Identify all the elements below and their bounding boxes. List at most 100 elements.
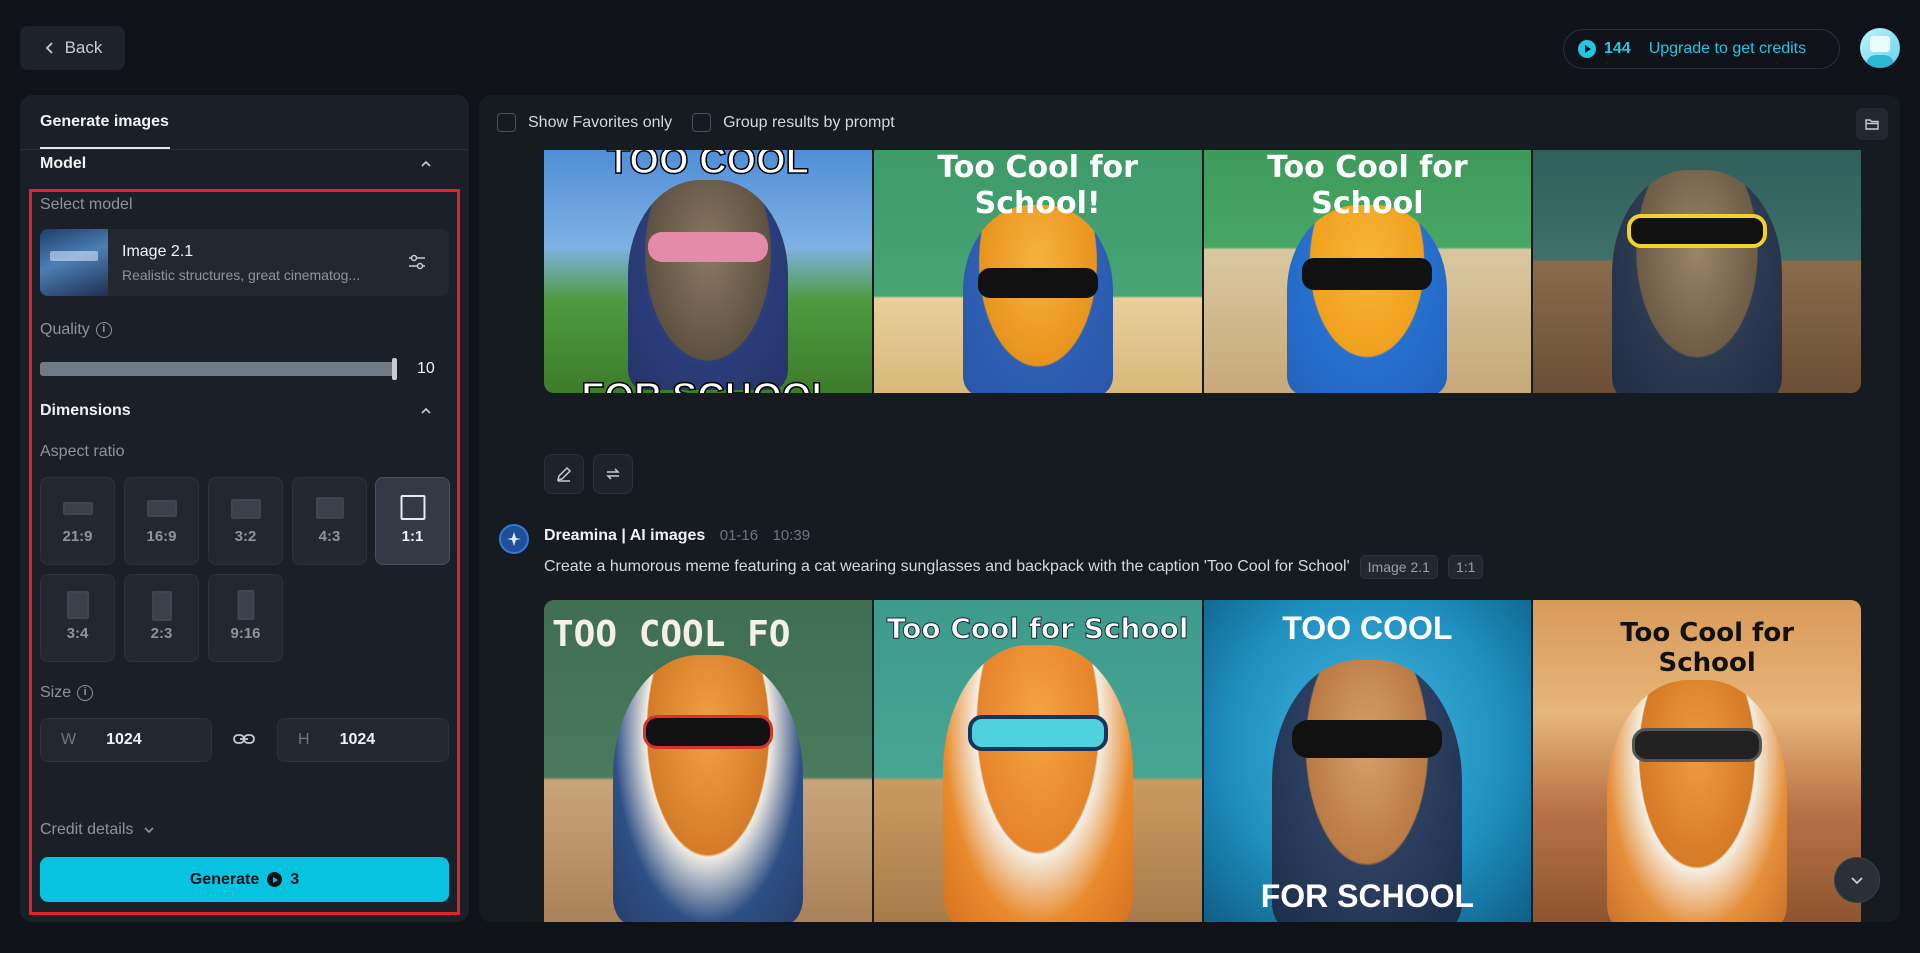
- upgrade-link[interactable]: Upgrade to get credits: [1649, 40, 1806, 58]
- regenerate-button[interactable]: [593, 454, 633, 494]
- folder-button[interactable]: [1856, 108, 1888, 140]
- result-image[interactable]: Too Cool for School: [873, 600, 1202, 922]
- dreamina-logo-icon: [499, 524, 529, 554]
- cat-illustration: [1287, 205, 1448, 393]
- height-prefix: H: [298, 731, 310, 748]
- credit-details-label: Credit details: [40, 821, 134, 838]
- tile-caption-bottom: FOR SCHOOL: [544, 375, 872, 393]
- group-filter[interactable]: Group results by prompt: [692, 113, 895, 132]
- credit-details-toggle[interactable]: Credit details: [40, 821, 155, 839]
- ratio-2-3[interactable]: 2:3: [124, 574, 199, 662]
- width-prefix: W: [61, 731, 77, 748]
- generate-label: Generate: [189, 870, 260, 888]
- prompt-line: Create a humorous meme featuring a cat w…: [544, 555, 1484, 579]
- ratio-16-9[interactable]: 16:9: [124, 477, 199, 565]
- credits-pill[interactable]: 144 Upgrade to get credits: [1563, 29, 1840, 69]
- result-image[interactable]: Too Cool for School!: [873, 150, 1202, 393]
- aspect-ratio-label: Aspect ratio: [40, 443, 125, 460]
- tile-caption-top: TOO COOL FO: [552, 614, 791, 655]
- model-section-title: Model: [40, 155, 87, 172]
- ratio-tag: 1:1: [1447, 555, 1484, 579]
- quality-slider[interactable]: [40, 362, 397, 376]
- quality-label: Quality i: [40, 321, 112, 339]
- ratio-9-16[interactable]: 9:16: [208, 574, 283, 662]
- model-tag: Image 2.1: [1359, 555, 1438, 579]
- cat-illustration: [942, 645, 1133, 922]
- result-time: 10:39: [772, 527, 811, 544]
- result-image[interactable]: Too Cool for School: [1203, 150, 1532, 393]
- ratio-label: 2:3: [150, 625, 173, 642]
- result-image[interactable]: TOO COOL FOR SCHOOL: [1203, 600, 1532, 922]
- result-image[interactable]: Too Cool for School: [1533, 600, 1861, 922]
- result-image[interactable]: TOO COOL FOR SCHOOL: [544, 150, 872, 393]
- regenerate-icon: [606, 468, 620, 480]
- ratio-1-1-icon: [400, 495, 425, 520]
- chevron-down-icon: [144, 827, 154, 834]
- tile-caption-top: TOO COOL: [606, 150, 809, 183]
- result-image[interactable]: [1533, 150, 1861, 393]
- folder-icon: [1865, 119, 1879, 130]
- width-value[interactable]: 1024: [106, 731, 142, 749]
- tab-underline: [40, 147, 170, 149]
- height-input[interactable]: H 1024: [277, 718, 449, 762]
- model-name: Image 2.1: [122, 243, 194, 260]
- filter-bar: Show Favorites only Group results by pro…: [479, 95, 1900, 150]
- back-label: Back: [64, 38, 103, 57]
- quality-value: 10: [417, 360, 435, 377]
- favorites-filter[interactable]: Show Favorites only: [497, 113, 672, 132]
- black-sunglasses: [1292, 720, 1443, 758]
- ratio-3-4-icon: [66, 591, 89, 619]
- bot-header: Dreamina | AI images 01-16 10:39: [544, 527, 810, 545]
- ratio-4-3[interactable]: 4:3: [292, 477, 367, 565]
- model-selector[interactable]: Image 2.1 Realistic structures, great ci…: [40, 229, 449, 296]
- info-icon[interactable]: i: [77, 684, 94, 701]
- ratio-label: 9:16: [230, 625, 261, 642]
- generate-button[interactable]: Generate 3: [40, 857, 449, 902]
- cat-illustration: [962, 205, 1113, 393]
- width-input[interactable]: W 1024: [40, 718, 212, 762]
- image-grid-top: TOO COOL FOR SCHOOL Too Cool for School!…: [544, 150, 1861, 393]
- cat-illustration: [627, 180, 788, 390]
- chevron-up-icon[interactable]: [420, 404, 431, 414]
- quality-slider-handle[interactable]: [392, 358, 397, 380]
- back-button[interactable]: Back: [20, 26, 125, 70]
- cat-illustration: [1607, 680, 1788, 922]
- group-checkbox[interactable]: [692, 113, 712, 132]
- info-icon[interactable]: i: [95, 321, 112, 338]
- ratio-label: 4:3: [318, 528, 341, 545]
- blue-sunglasses: [967, 715, 1108, 751]
- tile-caption-top: Too Cool for School!: [937, 150, 1138, 221]
- link-icon[interactable]: [232, 729, 256, 749]
- ratio-label: 3:2: [234, 528, 257, 545]
- avatar[interactable]: [1860, 28, 1900, 68]
- scroll-down-button[interactable]: [1834, 857, 1880, 903]
- chevron-up-icon[interactable]: [420, 157, 431, 167]
- credit-icon: [1578, 40, 1596, 58]
- ratio-4-3-icon: [315, 497, 344, 519]
- tile-caption-top: TOO COOL: [1282, 610, 1453, 646]
- prompt-text[interactable]: Create a humorous meme featuring a cat w…: [544, 558, 1350, 576]
- credit-count: 144: [1604, 40, 1631, 57]
- panel-tab-bar: Generate images: [20, 95, 469, 150]
- generate-panel: Generate images Model Select model Image…: [20, 95, 469, 922]
- result-image[interactable]: TOO COOL FO: [544, 600, 872, 922]
- ratio-1-1[interactable]: 1:1: [375, 477, 450, 565]
- ratio-16-9-icon: [146, 500, 177, 517]
- chevron-left-icon: [45, 42, 53, 54]
- favorites-checkbox[interactable]: [497, 113, 516, 132]
- ratio-9-16-icon: [237, 590, 254, 620]
- height-value[interactable]: 1024: [340, 731, 376, 749]
- sliders-icon[interactable]: [406, 251, 428, 273]
- tab-generate-images[interactable]: Generate images: [40, 113, 169, 131]
- ratio-3-4[interactable]: 3:4: [40, 574, 115, 662]
- favorites-label: Show Favorites only: [528, 113, 673, 131]
- ratio-3-2[interactable]: 3:2: [208, 477, 283, 565]
- tile-caption-top: Too Cool for School: [1267, 150, 1468, 221]
- bot-name: Dreamina | AI images: [544, 527, 706, 544]
- edit-button[interactable]: [544, 454, 584, 494]
- ratio-label: 21:9: [62, 528, 93, 545]
- result-date: 01-16: [719, 527, 759, 544]
- ratio-21-9-icon: [62, 502, 93, 515]
- chevron-down-icon: [1851, 877, 1863, 885]
- ratio-21-9[interactable]: 21:9: [40, 477, 115, 565]
